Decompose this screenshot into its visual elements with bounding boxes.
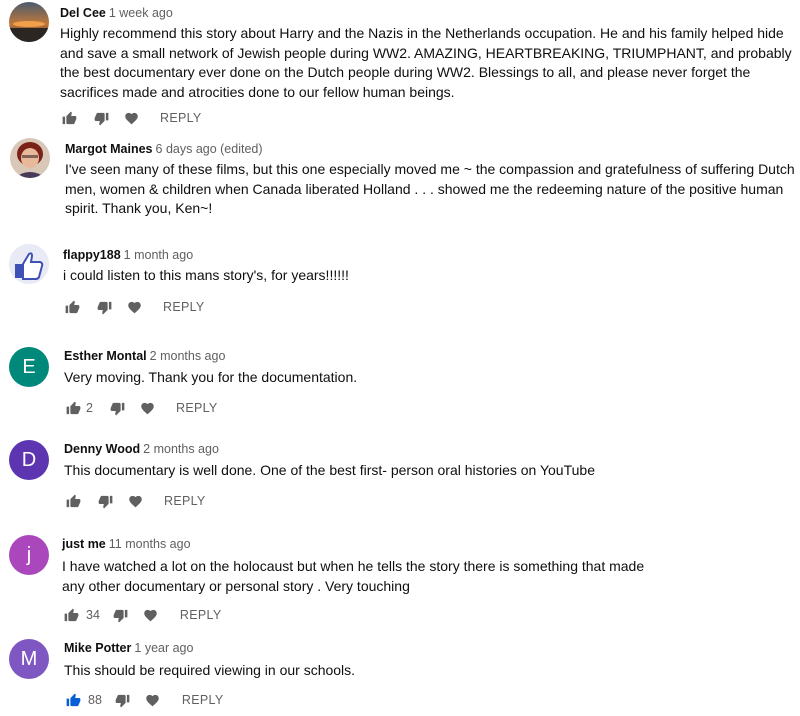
dislike-button[interactable] [114,691,132,709]
like-count: 88 [88,693,102,707]
comment-actions: REPLY [64,491,206,511]
dislike-button[interactable] [108,399,126,417]
author-name[interactable]: Mike Potter [64,641,131,655]
like-count: 2 [86,401,93,415]
comment-actions: 88 REPLY [64,690,223,710]
timestamp[interactable]: 1 month ago [124,248,194,262]
reply-button[interactable]: REPLY [164,494,206,508]
author-name[interactable]: Denny Wood [64,442,140,456]
comment-header: flappy188 1 month ago [63,247,193,263]
comment-text-line: I have watched a lot on the holocaust bu… [62,558,645,574]
heart-button[interactable] [126,492,144,510]
comment-actions: 2 REPLY [64,398,218,418]
avatar[interactable] [9,244,49,284]
dislike-button[interactable] [112,606,130,624]
comment-text: I've seen many of these films, but this … [65,161,795,216]
avatar-initial: E [22,355,36,378]
comment-header: just me 11 months ago [62,536,191,552]
heart-button[interactable] [142,606,160,624]
timestamp[interactable]: 11 months ago [109,537,191,551]
heart-icon [146,694,160,706]
thumbs-up-icon [65,300,79,313]
author-name[interactable]: Del Cee [60,6,106,20]
heart-button[interactable] [144,691,162,709]
timestamp[interactable]: 1 year ago [134,641,193,655]
author-name[interactable]: just me [62,537,106,551]
timestamp[interactable]: 2 months ago [143,442,219,456]
comment-actions: REPLY [60,108,202,128]
dislike-button[interactable] [96,492,114,510]
comment-text: I have watched a lot on the holocaust bu… [62,557,782,596]
comment-text: This documentary is well done. One of th… [64,462,595,478]
thumbs-up-cartoon-icon [9,244,49,284]
dislike-button[interactable] [92,109,110,127]
avatar[interactable] [10,138,50,178]
comment-header: Denny Wood 2 months ago [64,441,219,457]
author-name[interactable]: Esther Montal [64,349,147,363]
comment-text: i could listen to this mans story's, for… [63,267,349,283]
woman-photo-icon [10,138,50,178]
comment-header: Margot Maines 6 days ago (edited) [65,141,263,157]
heart-button[interactable] [138,399,156,417]
thumbs-up-icon [62,111,76,124]
reply-button[interactable]: REPLY [176,401,218,415]
comment-actions: 34 REPLY [62,605,221,625]
thumbs-down-icon [97,301,111,314]
author-name[interactable]: Margot Maines [65,142,153,156]
like-button[interactable] [62,606,80,624]
comment-actions: REPLY [63,297,205,317]
reply-button[interactable]: REPLY [163,300,205,314]
comment-header: Del Cee 1 week ago [60,5,173,21]
comment-text: Highly recommend this story about Harry … [60,25,792,100]
avatar[interactable]: M [9,639,49,679]
thumbs-down-icon [116,694,130,707]
heart-icon [140,402,154,414]
avatar[interactable]: j [9,535,49,575]
reply-button[interactable]: REPLY [160,111,202,125]
like-button[interactable] [64,691,82,709]
comment-header: Mike Potter 1 year ago [64,640,193,656]
thumbs-up-icon [66,693,80,706]
thumbs-up-icon [66,494,80,507]
like-button[interactable] [63,298,81,316]
timestamp[interactable]: 1 week ago [109,6,173,20]
like-button[interactable] [60,109,78,127]
avatar[interactable]: E [9,347,49,387]
timestamp[interactable]: 6 days ago (edited) [156,142,263,156]
thumbs-down-icon [114,609,128,622]
avatar-initial: j [26,543,32,566]
heart-icon [127,301,141,313]
heart-icon [144,609,158,621]
heart-button[interactable] [125,298,143,316]
comment-header: Esther Montal 2 months ago [64,348,225,364]
avatar[interactable]: D [9,440,49,480]
author-name[interactable]: flappy188 [63,248,121,262]
comment-text: Very moving. Thank you for the documenta… [64,369,358,385]
timestamp[interactable]: 2 months ago [150,349,226,363]
like-button[interactable] [64,492,82,510]
reply-button[interactable]: REPLY [182,693,224,707]
avatar-initial: D [21,448,37,471]
like-count: 34 [86,608,100,622]
reply-button[interactable]: REPLY [180,608,222,622]
avatar[interactable] [9,2,49,42]
thumbs-down-icon [110,402,124,415]
thumbs-up-icon [66,401,80,414]
avatar-initial: M [20,647,38,670]
like-button[interactable] [64,399,82,417]
dislike-button[interactable] [95,298,113,316]
comment-text: This should be required viewing in our s… [64,662,356,678]
thumbs-up-icon [64,608,78,621]
heart-button[interactable] [122,109,140,127]
thumbs-down-icon [94,112,108,125]
comment-text-line: any other documentary or personal story … [62,577,410,594]
heart-icon [124,112,138,124]
heart-icon [128,495,142,507]
sunset-photo-icon [9,2,49,42]
thumbs-down-icon [98,495,112,508]
